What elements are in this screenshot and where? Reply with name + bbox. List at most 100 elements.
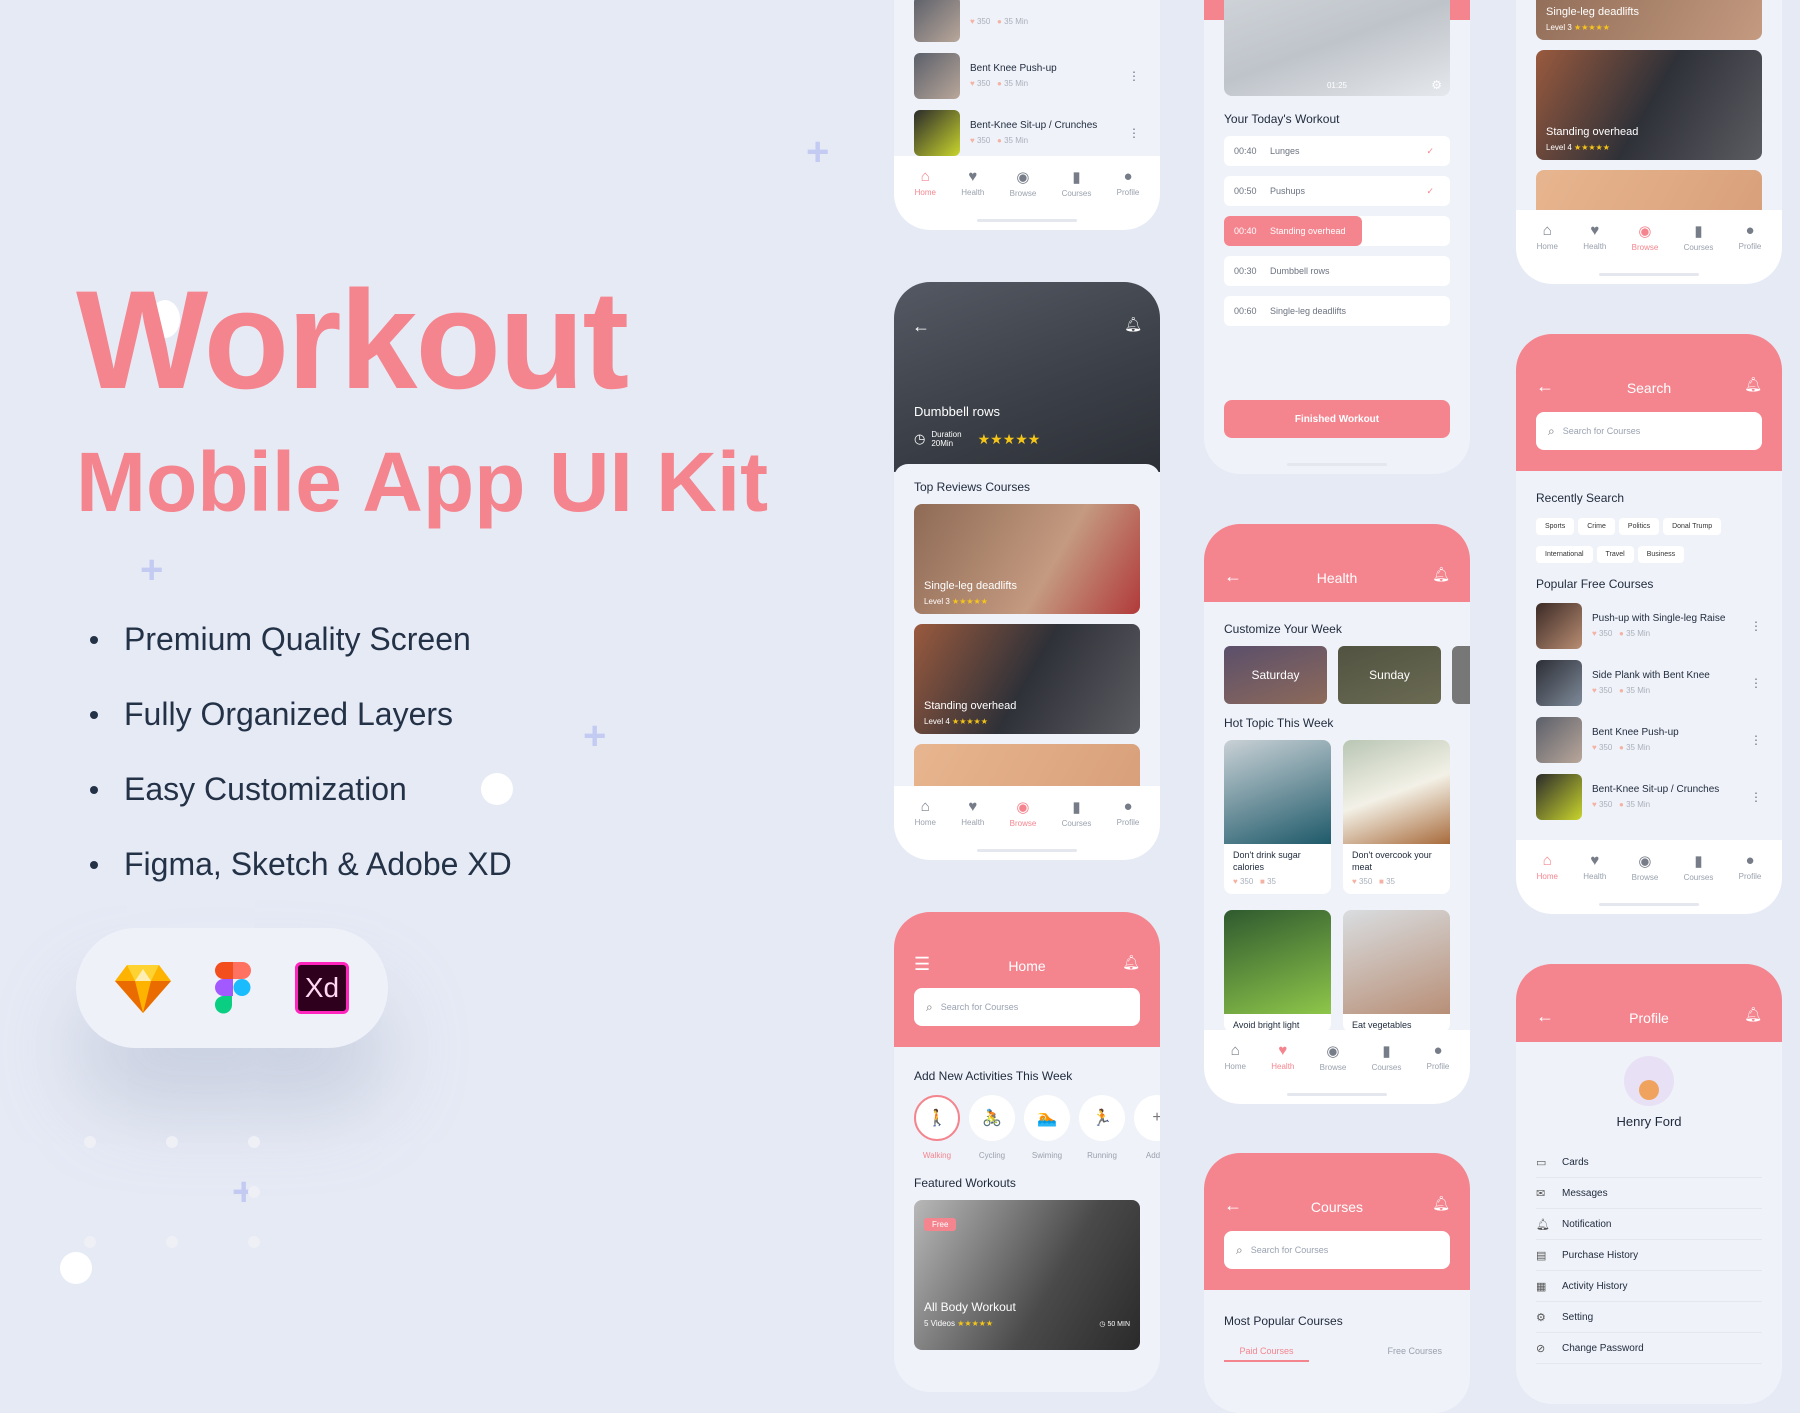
search-input[interactable]: ⌕ Search for Courses — [914, 988, 1140, 1026]
search-input[interactable]: ⌕ Search for Courses — [1536, 412, 1762, 450]
phone-browse-screen: Single-leg deadlifts Level 3 ★★★★★ Standi… — [1516, 0, 1782, 284]
section-title: Add New Activities This Week — [914, 1069, 1073, 1083]
topic-card[interactable]: Eat vegetables — [1343, 910, 1450, 1032]
header: ← Profile 🔔︎ — [1516, 964, 1782, 1042]
section-title: Recently Search — [1536, 491, 1625, 505]
list-item[interactable]: Bent Knee Push-up ♥ 350 ● 35 Min ⋮ — [1516, 711, 1782, 768]
nav-profile[interactable]: ● Profile — [1739, 222, 1762, 284]
list-item[interactable]: Push-up with Single-leg Raise ♥ 350 ● 35 … — [1516, 597, 1782, 654]
nav-profile[interactable]: ● Profile — [1117, 798, 1140, 860]
search-tag[interactable]: Business — [1637, 546, 1685, 563]
person-icon: ● — [1745, 222, 1755, 239]
bell-icon: 🔔︎ — [1536, 1218, 1550, 1231]
course-card[interactable]: Single-leg deadlifts Level 3 ★★★★★ — [914, 504, 1140, 614]
card-icon: ▭ — [1536, 1156, 1547, 1169]
nav-home[interactable]: ⌂ Home — [1225, 1042, 1246, 1104]
nav-home[interactable]: ⌂ Home — [915, 798, 936, 860]
activity-swimming[interactable]: 🏊 Swiming — [1024, 1095, 1070, 1160]
browse-icon: ◉ — [1016, 169, 1030, 186]
workout-item[interactable]: 00:30 Dumbbell rows — [1224, 256, 1450, 286]
add-activity-button[interactable]: +Add N — [1134, 1095, 1160, 1160]
search-input[interactable]: ⌕ Search for Courses — [1224, 1231, 1450, 1269]
course-card[interactable]: Standing overhead Level 4 ★★★★★ — [1536, 50, 1762, 160]
activity-running[interactable]: 🏃 Running — [1079, 1095, 1125, 1160]
topic-card[interactable]: Avoid bright light — [1224, 910, 1331, 1032]
list-item[interactable]: Bent-Knee Sit-up / Crunches ♥ 350 ● 35 Mi… — [1516, 768, 1782, 825]
activity-cycling[interactable]: 🚴 Cycling — [969, 1095, 1015, 1160]
dot-grid — [84, 1136, 260, 1248]
feature-item: Premium Quality Screen — [90, 602, 512, 677]
search-tag[interactable]: Politics — [1618, 518, 1660, 535]
topic-card[interactable]: Don't overcook your meat ♥ 350 ■ 35 — [1343, 740, 1450, 895]
list-item[interactable]: Bent Knee Push-up ♥ 350 ● 35 Min ⋮ — [894, 47, 1160, 104]
screen-title: Search — [1626, 380, 1672, 396]
workout-item-active[interactable]: 00:40 Standing overhead — [1224, 216, 1450, 246]
nav-profile[interactable]: ● Profile — [1739, 852, 1762, 914]
person-icon: ● — [1123, 798, 1133, 815]
day-card[interactable]: Saturday — [1224, 646, 1327, 704]
bottom-nav: ⌂ Home ♥ Health ◉ Browse ▮ Courses ● Profile — [1516, 840, 1782, 914]
video-player[interactable]: 01:25 ⚙ — [1224, 0, 1450, 96]
course-card[interactable]: Single-leg deadlifts Level 3 ★★★★★ — [1536, 0, 1762, 40]
bell-icon[interactable]: 🔔︎ — [1744, 376, 1762, 393]
list-item[interactable]: ♥ 350 ● 35 Min — [894, 0, 1160, 47]
activity-walking[interactable]: 🚶 Walking — [914, 1095, 960, 1160]
list-item[interactable]: Side Plank with Bent Knee ♥ 350 ● 35 Min ⋮ — [1516, 654, 1782, 711]
profile-item-activity-history[interactable]: ▦ Activity History — [1536, 1271, 1762, 1302]
screen-title: Profile — [1629, 1010, 1669, 1026]
bell-icon[interactable]: 🔔︎ — [1744, 1006, 1762, 1023]
avatar[interactable] — [1624, 1056, 1674, 1106]
nav-home[interactable]: ⌂ Home — [1537, 222, 1558, 284]
screen-title: Health — [1316, 570, 1358, 586]
plus-decoration: + — [806, 130, 830, 174]
search-tag[interactable]: Sports — [1536, 518, 1575, 535]
more-icon[interactable]: ⋮ — [1750, 790, 1762, 804]
nav-home[interactable]: ⌂ Home — [1537, 852, 1558, 914]
bell-icon[interactable]: 🔔︎ — [1124, 316, 1142, 333]
bottom-nav: ⌂ Home ♥ Health ◉ Browse ▮ Courses ● Profile — [894, 786, 1160, 860]
nav-profile[interactable]: ● Profile — [1427, 1042, 1450, 1104]
home-icon: ⌂ — [1542, 852, 1552, 869]
more-icon[interactable]: ⋮ — [1750, 619, 1762, 633]
bell-icon[interactable]: 🔔︎ — [1432, 1195, 1450, 1212]
profile-item-cards[interactable]: ▭ Cards — [1536, 1147, 1762, 1178]
more-icon[interactable]: ⋮ — [1128, 126, 1140, 140]
browse-icon: ◉ — [1326, 1043, 1340, 1060]
xd-icon: Xd — [295, 962, 349, 1014]
workout-item[interactable]: 00:50 Pushups ✓ — [1224, 176, 1450, 206]
profile-item-messages[interactable]: ✉ Messages — [1536, 1178, 1762, 1209]
nav-profile[interactable]: ● Profile — [1117, 168, 1140, 230]
profile-item-change-password[interactable]: ⊘ Change Password — [1536, 1333, 1762, 1364]
bell-icon[interactable]: 🔔︎ — [1122, 954, 1140, 971]
bell-icon[interactable]: 🔔︎ — [1432, 566, 1450, 583]
back-arrow-icon[interactable]: ← — [912, 316, 930, 337]
more-icon[interactable]: ⋮ — [1128, 69, 1140, 83]
course-card[interactable]: Standing overhead Level 4 ★★★★★ — [914, 624, 1140, 734]
list-item[interactable]: Bent-Knee Sit-up / Crunches ♥ 350 ● 35 Mi… — [894, 104, 1160, 161]
feature-item: Easy Customization — [90, 752, 512, 827]
profile-item-notification[interactable]: 🔔︎ Notification — [1536, 1209, 1762, 1240]
lock-icon: ⊘ — [1536, 1342, 1546, 1355]
more-icon[interactable]: ⋮ — [1750, 676, 1762, 690]
rating-stars: ★★★★★ — [977, 430, 1041, 447]
day-card[interactable] — [1452, 646, 1470, 704]
workout-item[interactable]: 00:60 Single-leg deadlifts — [1224, 296, 1450, 326]
topic-card[interactable]: Don't drink sugar calories ♥ 350 ■ 35 — [1224, 740, 1331, 895]
workout-item[interactable]: 00:40 Lunges ✓ — [1224, 136, 1450, 166]
search-tag[interactable]: Crime — [1578, 518, 1615, 535]
profile-item-purchase-history[interactable]: ▤ Purchase History — [1536, 1240, 1762, 1271]
gear-icon[interactable]: ⚙ — [1431, 78, 1442, 92]
search-tag[interactable]: Travel — [1596, 546, 1634, 563]
section-title: Featured Workouts — [914, 1176, 1016, 1190]
day-card[interactable]: Sunday — [1338, 646, 1441, 704]
featured-workout-card[interactable]: Free All Body Workout 5 Videos ★★★★★ ◷ 5… — [914, 1200, 1140, 1350]
more-icon[interactable]: ⋮ — [1750, 733, 1762, 747]
nav-home[interactable]: ⌂ Home — [915, 168, 936, 230]
heart-pulse-icon: ♥ — [1590, 222, 1600, 239]
search-tag[interactable]: Donal Trump — [1663, 518, 1722, 535]
finished-workout-button[interactable]: Finished Workout — [1224, 400, 1450, 438]
heart-pulse-icon: ♥ — [1278, 1042, 1288, 1059]
person-icon: ● — [1745, 852, 1755, 869]
profile-item-setting[interactable]: ⚙ Setting — [1536, 1302, 1762, 1333]
search-tag[interactable]: International — [1536, 546, 1593, 563]
